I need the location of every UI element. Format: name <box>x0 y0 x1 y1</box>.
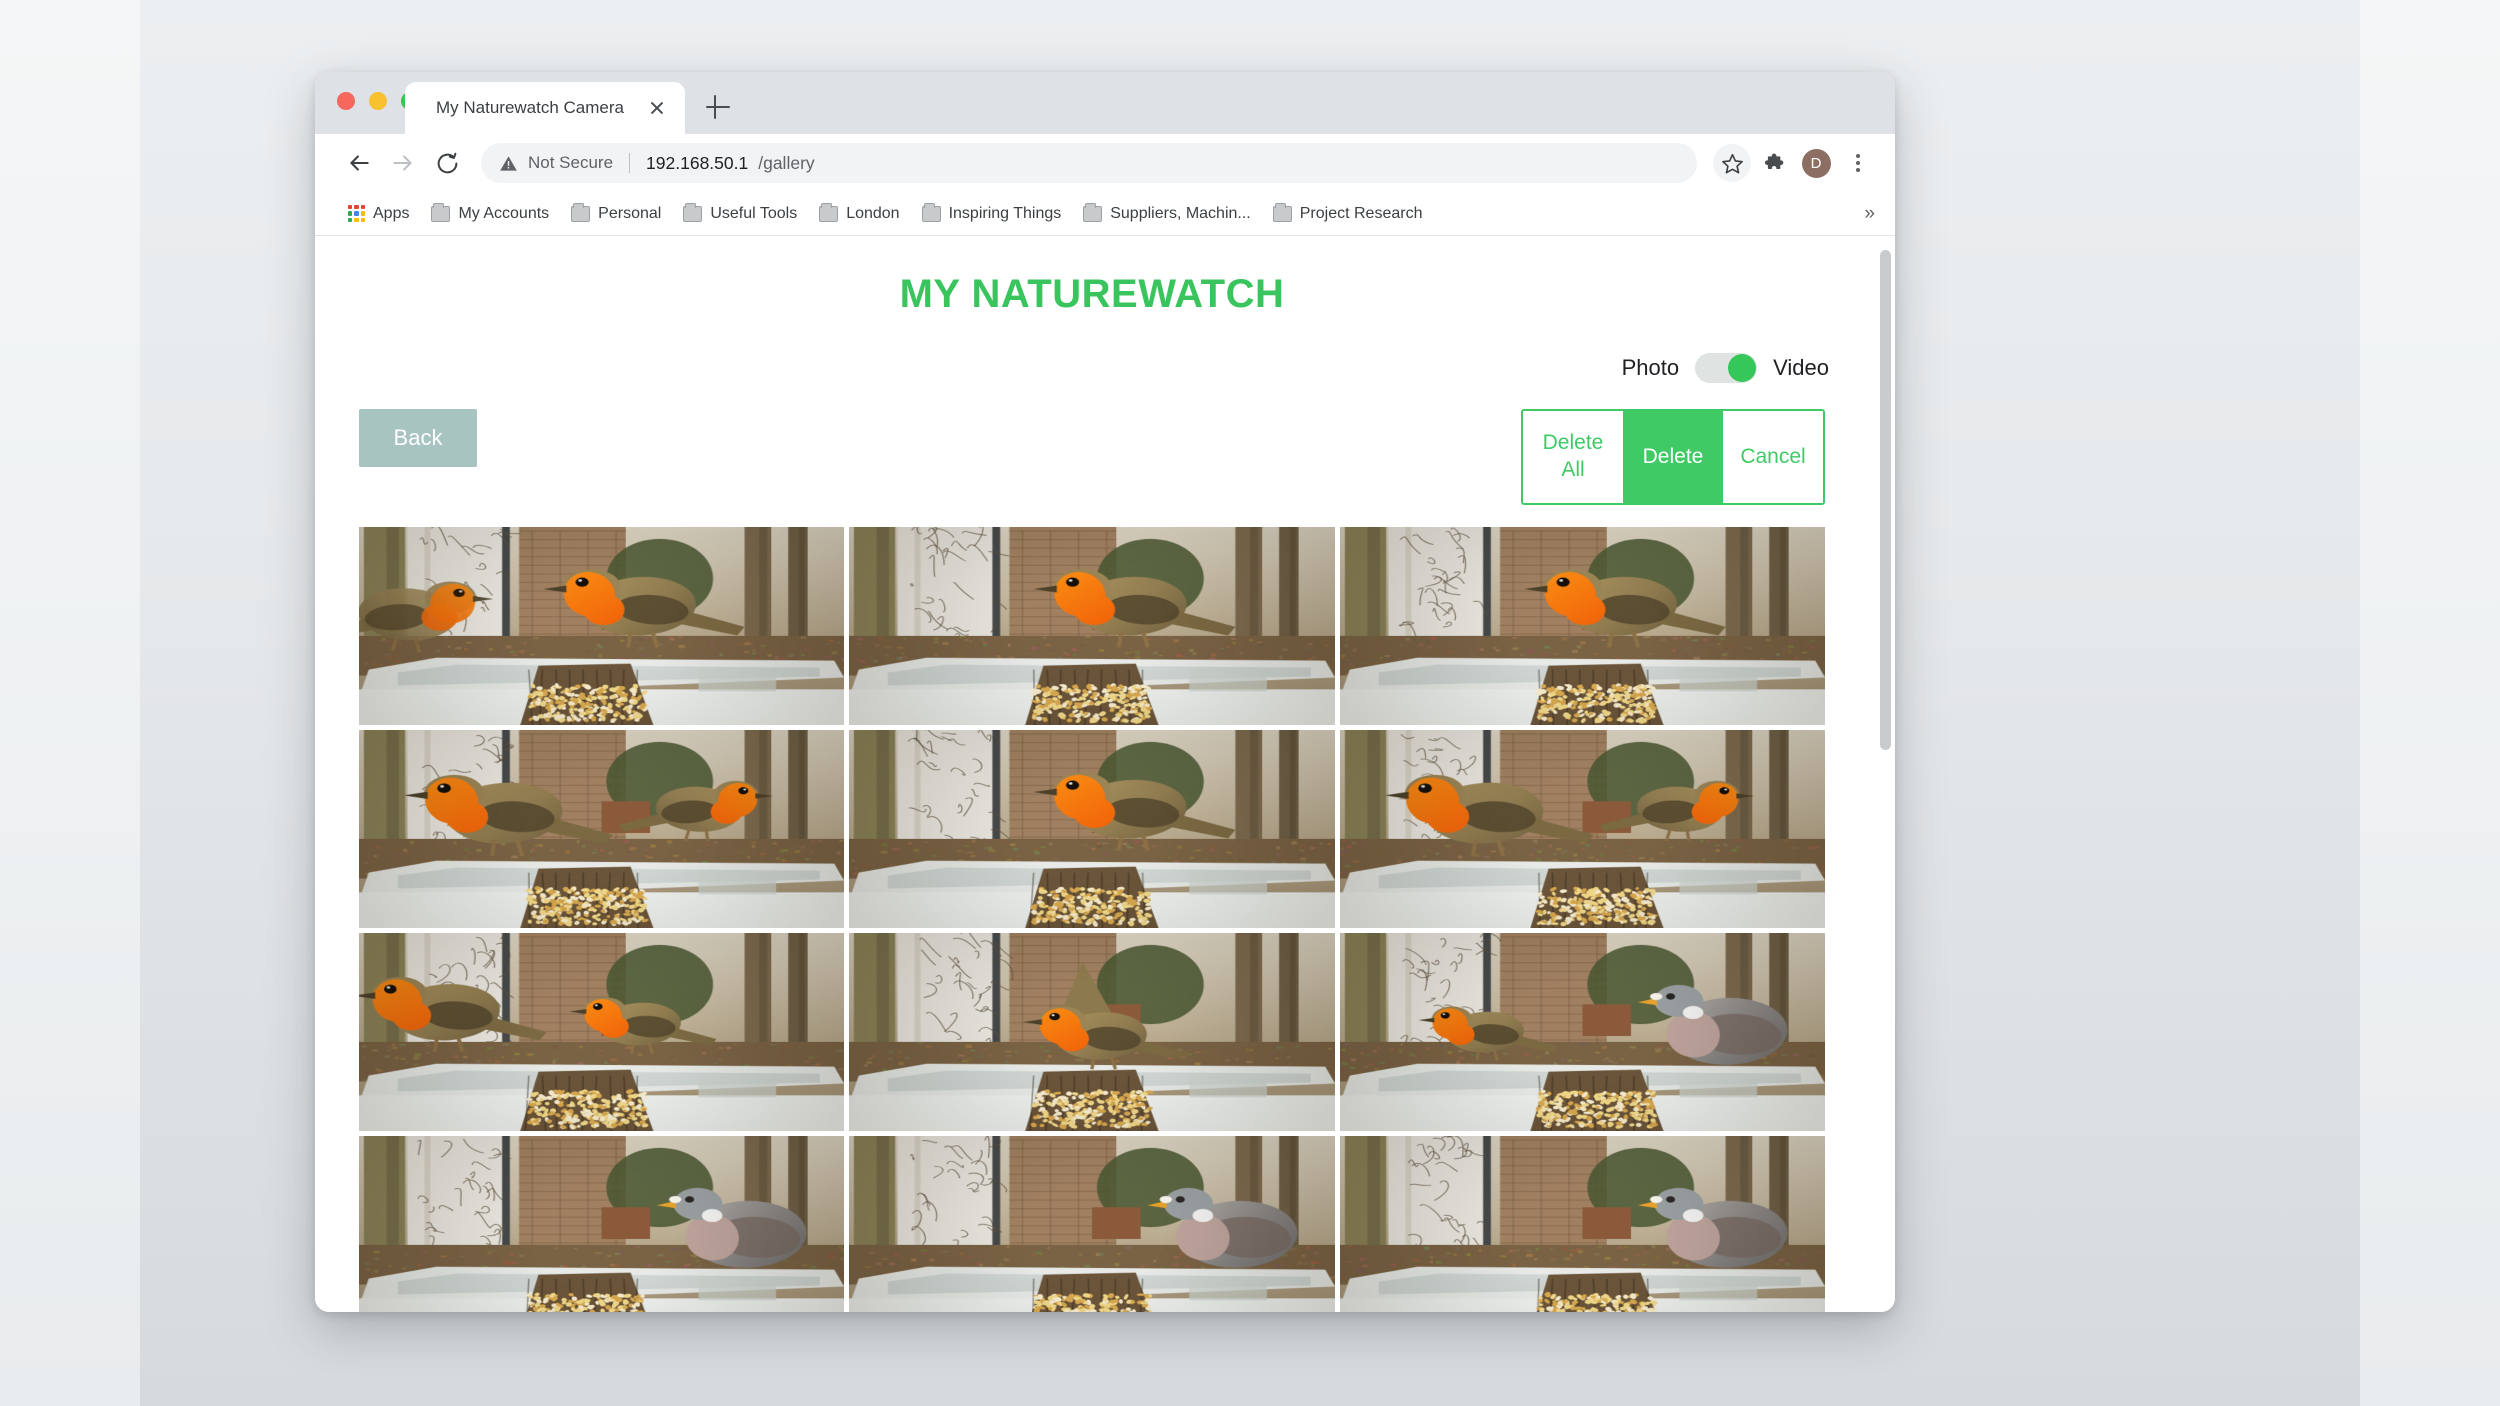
apps-grid-icon <box>348 205 365 222</box>
delete-all-button[interactable]: Delete All <box>1523 411 1623 503</box>
plus-icon[interactable] <box>703 92 733 122</box>
desktop-backdrop-right <box>2360 0 2500 1406</box>
gallery-tile[interactable] <box>849 730 1335 928</box>
bookmark-label: Suppliers, Machin... <box>1110 204 1251 222</box>
puzzle-piece-icon[interactable] <box>1755 144 1793 182</box>
bookmark-item-personal[interactable]: Personal <box>560 201 672 227</box>
minimize-window-button[interactable] <box>369 92 387 110</box>
folder-icon <box>571 202 591 222</box>
folder-icon <box>1272 202 1292 222</box>
gallery-tile[interactable] <box>359 527 845 725</box>
folder-icon <box>431 202 451 222</box>
gallery-tile[interactable] <box>359 1136 845 1312</box>
page-viewport: MY NATUREWATCH Photo Video Back Delete A… <box>315 236 1895 1312</box>
delete-button[interactable]: Delete <box>1623 411 1723 503</box>
toggle-label-photo: Photo <box>1621 355 1680 380</box>
bookmark-item-project-research[interactable]: Project Research <box>1262 201 1434 227</box>
kebab-menu-icon[interactable] <box>1839 144 1877 182</box>
gallery-tile[interactable] <box>849 933 1335 1131</box>
bookmark-label: Project Research <box>1299 204 1423 222</box>
gallery-tile[interactable] <box>359 730 845 928</box>
back-arrow-icon[interactable] <box>339 143 379 183</box>
gallery-thumbnail <box>359 1136 845 1312</box>
profile-initial: D <box>1801 148 1831 178</box>
gallery-thumbnail <box>849 527 1335 725</box>
bookmark-label: Useful Tools <box>710 204 798 222</box>
bookmark-item-apps[interactable]: Apps <box>337 201 420 227</box>
forward-arrow-icon <box>383 143 423 183</box>
close-icon[interactable] <box>645 96 669 120</box>
action-row: Back Delete All Delete Cancel <box>315 409 1869 505</box>
gallery-thumbnail <box>849 933 1335 1131</box>
cancel-button[interactable]: Cancel <box>1723 411 1823 503</box>
gallery-tile[interactable] <box>1339 730 1825 928</box>
gallery-thumbnail <box>849 1136 1335 1312</box>
desktop-backdrop-left <box>0 0 140 1406</box>
bookmark-item-suppliers[interactable]: Suppliers, Machin... <box>1072 201 1262 227</box>
bookmark-item-inspiring-things[interactable]: Inspiring Things <box>911 201 1073 227</box>
switch-knob <box>1728 354 1757 382</box>
close-window-button[interactable] <box>337 92 355 110</box>
gallery-thumbnail <box>1339 1136 1825 1312</box>
media-type-toggle[interactable]: Photo Video <box>315 353 1869 383</box>
gallery-thumbnail <box>1339 933 1825 1131</box>
address-bar[interactable]: Not Secure 192.168.50.1 /gallery <box>481 143 1697 183</box>
gallery-tile[interactable] <box>849 527 1335 725</box>
bookmark-item-london[interactable]: London <box>808 201 910 227</box>
bookmark-label: London <box>846 204 900 222</box>
reload-icon[interactable] <box>427 143 467 183</box>
media-gallery-grid <box>315 527 1869 1312</box>
gallery-thumbnail <box>359 933 845 1131</box>
naturewatch-gallery-page: MY NATUREWATCH Photo Video Back Delete A… <box>315 236 1895 1312</box>
star-icon[interactable] <box>1713 144 1751 182</box>
bookmark-item-useful-tools[interactable]: Useful Tools <box>672 201 808 227</box>
bookmarks-overflow-icon[interactable]: » <box>1864 203 1875 225</box>
bookmark-label: Personal <box>598 204 662 222</box>
omnibox-divider <box>629 153 631 173</box>
tab-my-naturewatch-camera[interactable]: My Naturewatch Camera <box>405 82 685 134</box>
gallery-thumbnail <box>359 730 845 928</box>
page-title: MY NATUREWATCH <box>899 272 1285 316</box>
folder-icon <box>1083 202 1103 222</box>
security-status-text: Not Secure <box>528 153 614 172</box>
photo-video-switch[interactable] <box>1695 353 1758 383</box>
gallery-tile[interactable] <box>1339 933 1825 1131</box>
warning-triangle-icon <box>500 155 517 171</box>
bookmark-item-my-accounts[interactable]: My Accounts <box>420 201 560 227</box>
tab-strip: My Naturewatch Camera <box>315 72 1895 134</box>
bookmark-label: Inspiring Things <box>948 204 1062 222</box>
toggle-label-video: Video <box>1773 355 1829 380</box>
gallery-tile[interactable] <box>1339 1136 1825 1312</box>
gallery-thumbnail <box>1339 730 1825 928</box>
delete-button-group: Delete All Delete Cancel <box>1521 409 1825 505</box>
tab-title: My Naturewatch Camera <box>435 98 624 117</box>
folder-icon <box>819 202 839 222</box>
page-scrollbar-thumb[interactable] <box>1880 250 1891 750</box>
avatar[interactable]: D <box>1797 144 1835 182</box>
folder-icon <box>921 202 941 222</box>
bookmark-label: My Accounts <box>458 204 550 222</box>
gallery-thumbnail <box>359 527 845 725</box>
gallery-thumbnail <box>1339 527 1825 725</box>
gallery-tile[interactable] <box>359 933 845 1131</box>
back-button[interactable]: Back <box>359 409 477 467</box>
bookmark-label: Apps <box>373 204 410 222</box>
browser-toolbar: Not Secure 192.168.50.1 /gallery D <box>315 134 1895 192</box>
folder-icon <box>683 202 703 222</box>
url-path: /gallery <box>758 152 815 173</box>
gallery-tile[interactable] <box>1339 527 1825 725</box>
browser-window: My Naturewatch Camera Not Secure 192.168… <box>315 72 1895 1312</box>
gallery-thumbnail <box>849 730 1335 928</box>
gallery-tile[interactable] <box>849 1136 1335 1312</box>
bookmarks-bar: Apps My Accounts Personal Useful Tools L… <box>315 192 1895 236</box>
url-host: 192.168.50.1 <box>646 152 749 173</box>
